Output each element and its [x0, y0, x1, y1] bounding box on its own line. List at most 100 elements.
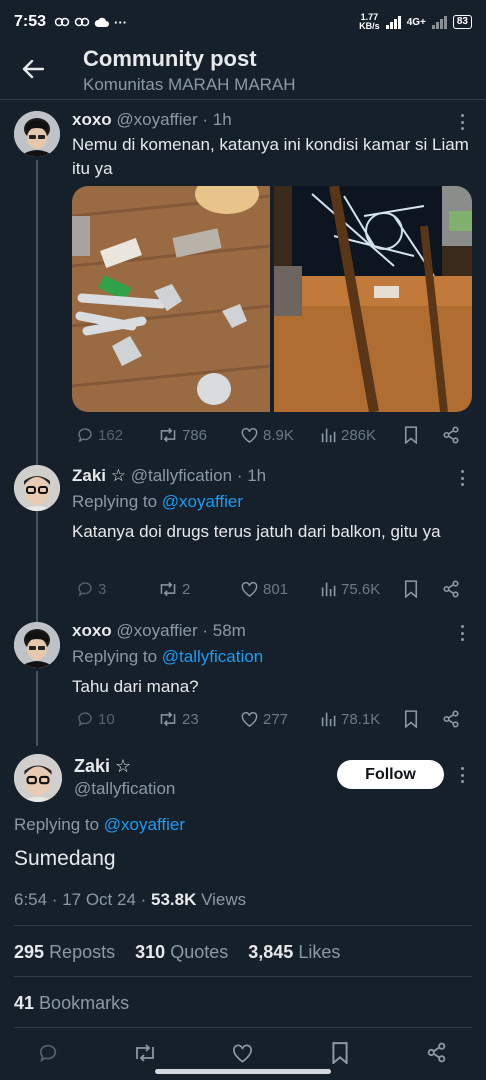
tweet-actions: 3 2 801 75.6K [72, 577, 472, 601]
reply-button[interactable]: 3 [76, 580, 106, 598]
repost-count: 786 [182, 426, 208, 444]
share-button[interactable] [442, 426, 460, 444]
bookmark-button[interactable] [404, 580, 418, 598]
share-icon [443, 426, 459, 444]
bookmark-icon [404, 426, 418, 444]
tweet-meta: 6:54 · 17 Oct 24 · 53.8K Views [14, 890, 247, 909]
views-icon [321, 712, 336, 727]
bookmark-icon [332, 1042, 348, 1066]
share-button[interactable] [426, 1042, 447, 1068]
author-handle[interactable]: @xoyaffier [116, 621, 197, 640]
author-handle[interactable]: @tallyfication [131, 466, 232, 485]
share-button[interactable] [442, 710, 460, 728]
heart-icon [241, 427, 258, 443]
avatar[interactable] [14, 622, 60, 668]
author-handle[interactable]: @xoyaffier [116, 110, 197, 129]
heart-icon [233, 1044, 252, 1063]
bookmarks-stat[interactable]: 41 Bookmarks [14, 993, 129, 1014]
reply-icon [78, 428, 92, 443]
repost-button[interactable]: 23 [158, 710, 199, 728]
heart-icon [241, 581, 258, 597]
reposts-stat[interactable]: 295 Reposts [14, 942, 115, 962]
like-button[interactable]: 801 [240, 580, 288, 598]
divider [14, 1027, 472, 1028]
home-indicator[interactable] [155, 1069, 331, 1074]
repost-icon [160, 711, 176, 727]
header-divider [0, 99, 486, 100]
tweet-header: xoxo @xoyaffier · 58m [72, 621, 246, 641]
reply-button[interactable]: 10 [76, 710, 115, 728]
reply-to-link[interactable]: @tallyfication [162, 647, 263, 666]
likes-stat[interactable]: 3,845 Likes [248, 942, 340, 962]
replying-to: Replying to @xoyaffier [14, 815, 185, 834]
app-header: Community post Komunitas MARAH MARAH [0, 44, 486, 100]
views-count: 286K [341, 426, 377, 444]
quotes-stat[interactable]: 310 Quotes [135, 942, 228, 962]
signal-icon [385, 15, 401, 29]
app-icon [54, 17, 70, 27]
more-options-button[interactable] [455, 765, 469, 785]
repost-button[interactable] [133, 1042, 157, 1069]
reply-count: 162 [98, 426, 124, 444]
more-options-button[interactable] [455, 623, 469, 643]
network-type: 4G+ [406, 16, 426, 28]
more-options-button[interactable] [455, 112, 469, 132]
reply-count: 3 [98, 580, 107, 598]
reply-icon [78, 582, 92, 597]
thread-line [36, 671, 38, 746]
avatar[interactable] [14, 754, 62, 802]
replying-to: Replying to @xoyaffier [72, 492, 243, 511]
tweet-time: · 1h [236, 466, 267, 485]
back-button[interactable] [18, 54, 48, 84]
bookmark-button[interactable] [404, 426, 418, 444]
network-speed: 1.77 KB/s [359, 12, 380, 31]
share-icon [443, 710, 459, 728]
repost-button[interactable]: 2 [158, 580, 190, 598]
tweet-text: Tahu dari mana? [72, 677, 199, 696]
tweet-text: Sumedang [14, 847, 116, 870]
views-button[interactable]: 78.1K [321, 711, 380, 728]
replying-to: Replying to @tallyfication [72, 647, 264, 666]
like-count: 277 [263, 710, 289, 728]
reply-button[interactable] [37, 1042, 59, 1069]
media-image-floor[interactable] [72, 186, 270, 412]
media-image-tv[interactable] [274, 186, 472, 412]
author-name[interactable]: xoxo [72, 110, 112, 129]
share-icon [443, 580, 459, 598]
cloud-icon [94, 17, 110, 27]
avatar[interactable] [14, 465, 60, 511]
like-button[interactable] [231, 1042, 254, 1069]
bookmark-button[interactable] [404, 710, 418, 728]
author-handle[interactable]: @tallyfication [74, 779, 175, 799]
divider [14, 976, 472, 977]
like-button[interactable]: 8.9K [240, 426, 294, 444]
reply-to-link[interactable]: @xoyaffier [104, 815, 185, 834]
author-name[interactable]: Zaki ☆ [74, 756, 131, 777]
bookmark-icon [404, 710, 418, 728]
tweet-actions: 162 786 8.9K 286K [72, 423, 472, 447]
community-name[interactable]: Komunitas MARAH MARAH [83, 75, 296, 95]
views-button[interactable]: 286K [321, 427, 376, 444]
status-bar: 7:53 ··· 1.77 KB/s 4G+ 83 [0, 0, 486, 44]
reply-button[interactable]: 162 [76, 426, 123, 444]
bookmark-icon [404, 580, 418, 598]
reply-to-link[interactable]: @xoyaffier [162, 492, 243, 511]
like-button[interactable]: 277 [240, 710, 288, 728]
views-button[interactable]: 75.6K [321, 581, 380, 598]
avatar[interactable] [14, 111, 60, 157]
tweet-timestamp: 6:54 · 17 Oct 24 · [14, 890, 152, 909]
more-options-button[interactable] [455, 468, 469, 488]
engagement-stats: 295 Reposts 310 Quotes 3,845 Likes [14, 942, 340, 963]
author-name[interactable]: xoxo [72, 621, 112, 640]
battery-icon: 83 [452, 15, 472, 29]
share-button[interactable] [442, 580, 460, 598]
bookmark-button[interactable] [331, 1042, 349, 1069]
tweet-time: · 58m [202, 621, 246, 640]
author-name[interactable]: Zaki ☆ [72, 466, 126, 485]
follow-button[interactable]: Follow [337, 760, 444, 789]
repost-icon [136, 1044, 154, 1062]
clock: 7:53 [14, 13, 47, 30]
views-count: 78.1K [341, 710, 381, 728]
tweet-text: Nemu di komenan, katanya ini kondisi kam… [72, 135, 469, 178]
repost-button[interactable]: 786 [158, 426, 207, 444]
